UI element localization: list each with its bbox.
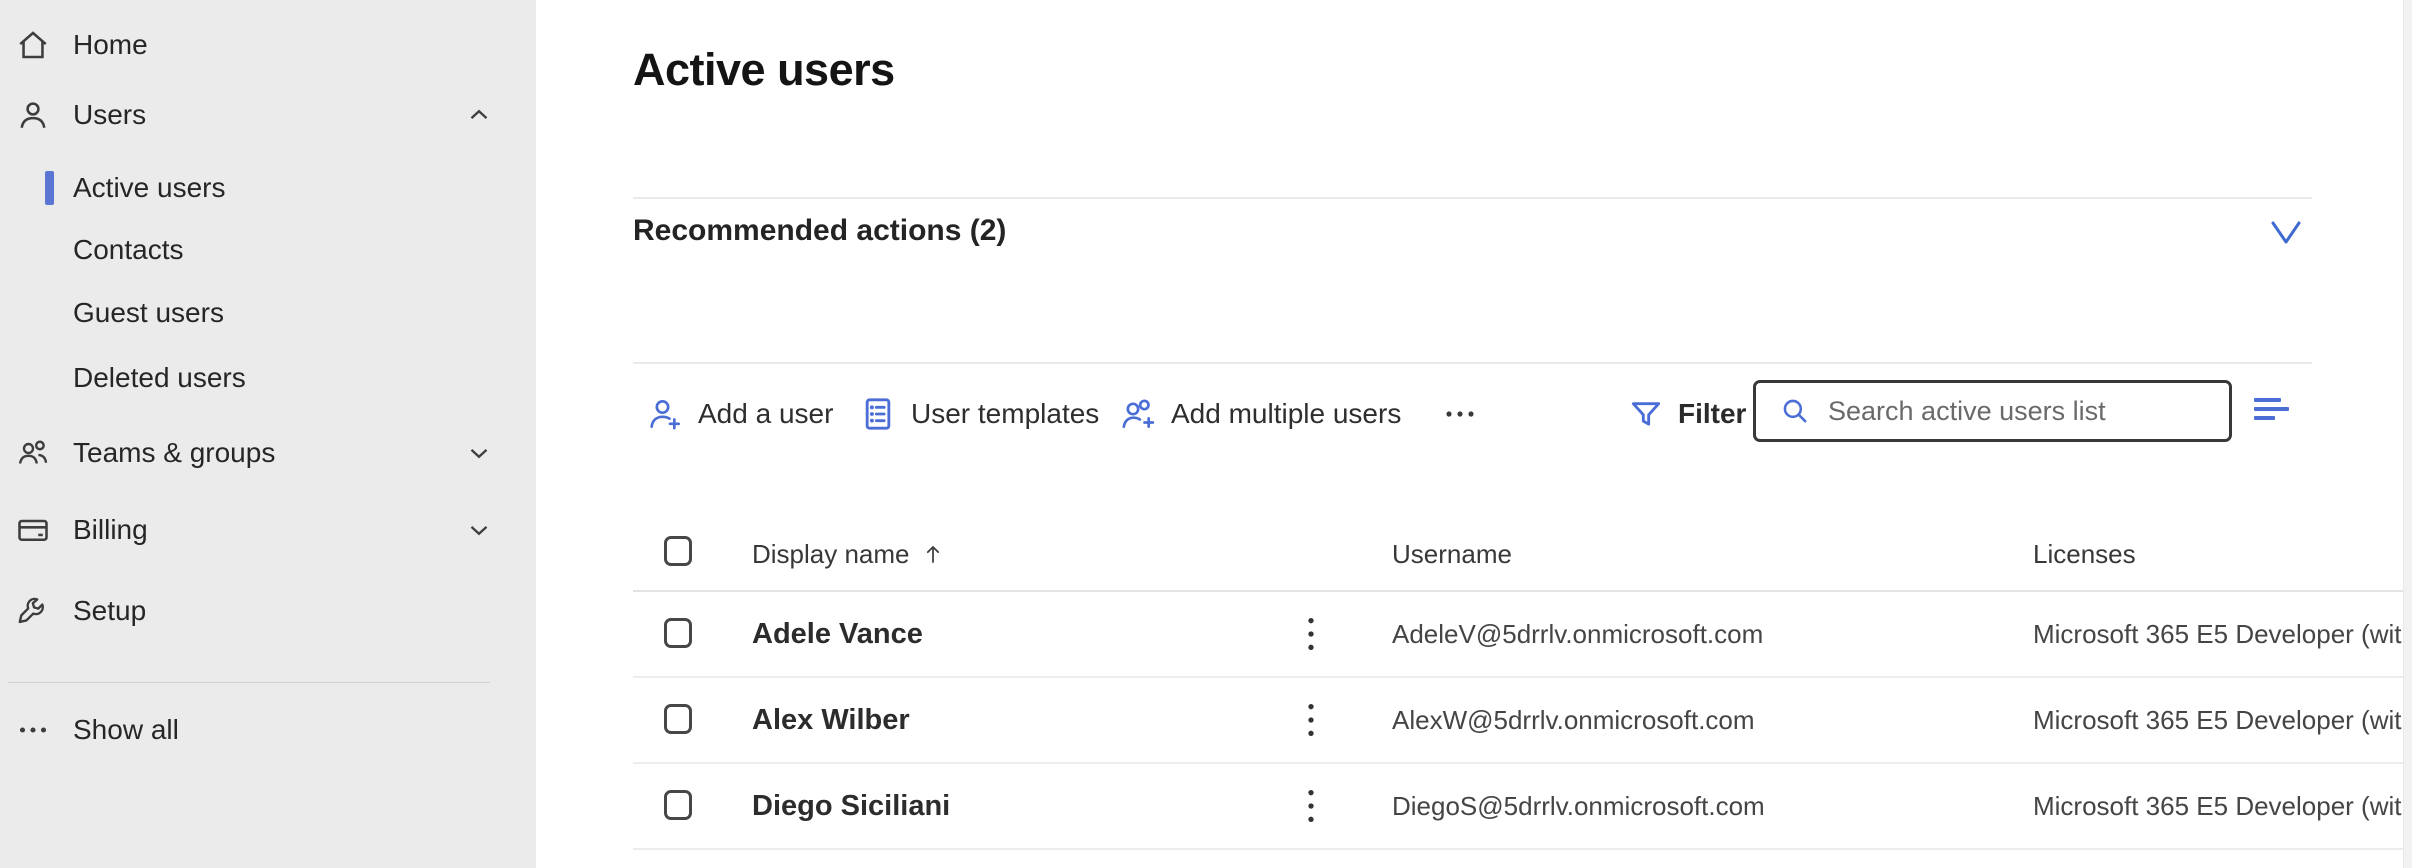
row-checkbox[interactable] [664, 618, 692, 648]
sidebar-item-active-users[interactable]: Active users [0, 162, 536, 214]
sidebar-item-label: Active users [73, 172, 226, 204]
row-more-actions-button[interactable] [1289, 592, 1333, 676]
ellipsis-icon [10, 707, 56, 753]
sidebar-item-label: Teams & groups [73, 437, 275, 469]
sidebar-divider [8, 682, 490, 683]
display-name-cell[interactable]: Alex Wilber [752, 678, 910, 762]
sidebar-item-label: Billing [73, 514, 148, 546]
licenses-cell: Microsoft 365 E5 Developer (withou [2033, 764, 2412, 848]
sidebar-item-contacts[interactable]: Contacts [0, 224, 536, 276]
table-header-row: Display name Username Licenses [633, 518, 2412, 592]
funnel-icon [1627, 395, 1665, 433]
sidebar-item-label: Guest users [73, 297, 224, 329]
sidebar-item-label: Deleted users [73, 362, 246, 394]
chevron-down-icon [2269, 218, 2303, 248]
chevron-down-icon [456, 507, 502, 553]
toolbar-button-label: User templates [911, 398, 1099, 430]
recommended-actions-title: Recommended actions (2) [633, 214, 1006, 248]
wrench-icon [10, 588, 56, 634]
column-header-display-name[interactable]: Display name [752, 518, 946, 590]
filter-line [2254, 407, 2289, 411]
sidebar-item-label: Setup [73, 595, 146, 627]
section-divider [633, 197, 2312, 199]
sidebar-item-billing[interactable]: Billing [0, 504, 536, 556]
sidebar-item-show-all[interactable]: Show all [0, 704, 536, 756]
recommended-actions-toggle[interactable]: Recommended actions (2) [633, 206, 2312, 258]
chevron-down-icon [456, 430, 502, 476]
credit-card-icon [10, 507, 56, 553]
column-header-label: Display name [752, 539, 910, 570]
table-row: Alex Wilber AlexW@5drrlv.onmicrosoft.com… [633, 678, 2412, 764]
display-name-cell[interactable]: Adele Vance [752, 592, 923, 676]
column-header-username[interactable]: Username [1392, 518, 1512, 590]
column-header-label: Username [1392, 539, 1512, 570]
sidebar-item-label: Show all [73, 714, 179, 746]
licenses-cell: Microsoft 365 E5 Developer (withou [2033, 592, 2412, 676]
selected-indicator [45, 171, 54, 205]
more-horizontal-icon [1438, 392, 1482, 436]
row-more-actions-button[interactable] [1289, 678, 1333, 762]
add-a-user-button[interactable]: Add a user [645, 386, 833, 442]
filter-line [2254, 398, 2281, 402]
search-input[interactable] [1828, 396, 2208, 427]
licenses-cell: Microsoft 365 E5 Developer (withou [2033, 678, 2412, 762]
more-actions-button[interactable] [1434, 386, 1486, 442]
page-title: Active users [633, 44, 895, 96]
filter-button[interactable]: Filter [1627, 386, 1746, 442]
row-checkbox[interactable] [664, 704, 692, 734]
column-header-licenses[interactable]: Licenses [2033, 518, 2136, 590]
sidebar-item-setup[interactable]: Setup [0, 585, 536, 637]
select-all-checkbox[interactable] [664, 536, 692, 566]
username-cell: AlexW@5drrlv.onmicrosoft.com [1392, 678, 1755, 762]
add-multiple-users-button[interactable]: Add multiple users [1118, 386, 1401, 442]
username-cell: AdeleV@5drrlv.onmicrosoft.com [1392, 592, 1763, 676]
people-add-icon [1118, 394, 1158, 434]
sidebar-item-deleted-users[interactable]: Deleted users [0, 352, 536, 404]
table-row: Diego Siciliani DiegoS@5drrlv.onmicrosof… [633, 764, 2412, 850]
search-box [1753, 380, 2232, 442]
sidebar-item-users[interactable]: Users [0, 89, 536, 141]
sidebar-item-teams-groups[interactable]: Teams & groups [0, 427, 536, 479]
sidebar-item-label: Home [73, 29, 148, 61]
toolbar-button-label: Add multiple users [1171, 398, 1401, 430]
user-templates-button[interactable]: User templates [858, 386, 1099, 442]
filter-line [2254, 416, 2275, 420]
row-checkbox[interactable] [664, 790, 692, 820]
sidebar-item-guest-users[interactable]: Guest users [0, 287, 536, 339]
sidebar-item-label: Contacts [73, 234, 184, 266]
sidebar-item-home[interactable]: Home [0, 19, 536, 71]
people-icon [10, 430, 56, 476]
search-icon [1778, 394, 1812, 428]
toolbar-button-label: Filter [1678, 398, 1746, 430]
person-icon [10, 92, 56, 138]
toolbar-button-label: Add a user [698, 398, 833, 430]
row-more-actions-button[interactable] [1289, 764, 1333, 848]
vertical-scrollbar[interactable] [2403, 0, 2412, 868]
home-icon [10, 22, 56, 68]
table-row: Adele Vance AdeleV@5drrlv.onmicrosoft.co… [633, 592, 2412, 678]
filter-lines-icon[interactable] [2252, 392, 2300, 432]
section-divider [633, 362, 2312, 364]
display-name-cell[interactable]: Diego Siciliani [752, 764, 950, 848]
person-add-icon [645, 394, 685, 434]
template-list-icon [858, 394, 898, 434]
sidebar-item-label: Users [73, 99, 146, 131]
username-cell: DiegoS@5drrlv.onmicrosoft.com [1392, 764, 1765, 848]
chevron-up-icon [456, 92, 502, 138]
column-header-label: Licenses [2033, 539, 2136, 570]
sort-ascending-icon [920, 539, 946, 569]
sidebar: Home Users Active users Contacts Guest u… [0, 0, 536, 868]
